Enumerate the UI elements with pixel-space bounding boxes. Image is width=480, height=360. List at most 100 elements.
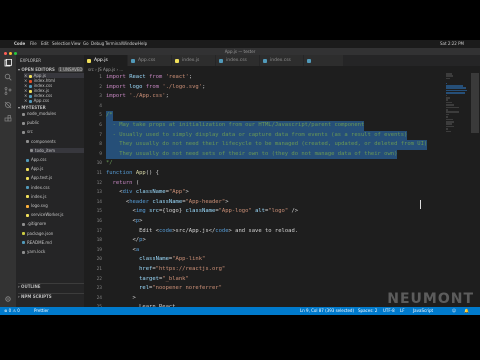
code-line[interactable]: 15 <img src={logo} className="App-logo" … [84,207,468,217]
code-token: > [225,198,229,205]
code-text: */ [106,159,113,169]
code-line[interactable]: 18 </p> [84,236,468,246]
code-line[interactable]: 2 import logo from './logo.svg'; [84,83,468,93]
code-line[interactable]: 20 className="App-link" [84,255,468,265]
close-icon[interactable]: × [24,98,29,103]
code-line[interactable]: 11 function App() { [84,169,468,179]
code-text: - May take props at initialization from … [106,121,365,131]
file-tree-item[interactable]: node_modules [22,111,84,116]
code-token: ; [165,93,169,100]
notifications-bell-icon[interactable]: 🔔 [464,307,469,315]
tab-app-js[interactable]: App.js [84,55,128,66]
code-text: return ( [106,179,140,189]
file-name: README.md [27,239,52,245]
code-line[interactable]: 16 <p> [84,217,468,227]
code-line[interactable]: 21 href="https://reactjs.org" [84,265,468,275]
window-title: App.js — tester [224,49,256,54]
code-line[interactable]: 8 They usually do not need their lifecyc… [84,140,468,150]
editor-scrollbar[interactable] [470,73,480,303]
code-line[interactable]: 12 return ( [84,179,468,189]
file-tree-item[interactable]: App.js [26,166,84,171]
line-number: 9 [99,151,102,157]
outline-section[interactable]: › OUTLINE [18,283,84,289]
project-section[interactable]: ▾ MY-TESTER [18,105,84,110]
menu-file[interactable]: File [30,40,37,48]
code-line[interactable]: 17 Edit <code>src/App.js</code> and save… [84,227,468,237]
file-icon [26,158,29,162]
file-tree-item[interactable]: src [22,129,84,134]
file-tree-item[interactable]: App.css [26,157,84,162]
menu-edit[interactable]: Edit [41,40,49,48]
npm-scripts-section[interactable]: › NPM SCRIPTS [18,293,84,299]
code-token: className [185,208,216,215]
explorer-icon[interactable] [4,59,12,67]
text-cursor [420,200,421,209]
problems-status[interactable]: ⊗ 0 ⚠ 0 [4,307,20,315]
file-tree-item[interactable]: README.md [22,240,84,245]
tab-extra[interactable] [304,55,344,66]
code-line[interactable]: 9 They usually do not need sets of their… [84,149,468,160]
code-line[interactable]: 19 <a [84,246,468,256]
file-tree-item[interactable]: components [26,139,84,144]
encoding-status[interactable]: UTF-8 [383,307,395,315]
open-editors-section[interactable]: ▾ OPEN EDITORS 1 UNSAVED [18,67,84,72]
prettier-status[interactable]: Prettier [34,307,49,315]
open-editor-item[interactable]: × App.css [24,98,84,103]
search-icon[interactable] [4,73,12,81]
code-line[interactable]: 13 <div className="App"> [84,188,468,198]
file-tree-item[interactable]: index.css [26,185,84,190]
code-line[interactable]: 1 import React from 'react'; [84,73,468,83]
minimap[interactable] [446,73,468,193]
file-tree-item[interactable]: package.json [22,231,84,236]
file-tree-item[interactable]: todo_item [30,147,84,153]
code-text: <img src={logo} className="App-logo" alt… [106,207,298,217]
tab-index-css[interactable]: index.css [216,55,260,66]
indentation-status[interactable]: Spaces: 2 [358,307,377,315]
code-line[interactable]: 3 import './App.css'; [84,92,468,102]
line-number: 17 [96,228,102,234]
code-line[interactable]: 7 - Usually used to simply display data … [84,130,468,141]
menu-terminal[interactable]: Terminal [105,40,122,48]
file-name: node_modules [27,111,57,116]
menu-debug[interactable]: Debug [91,40,104,48]
feedback-smiley-icon[interactable]: ☺ [452,307,456,315]
file-tree-item[interactable]: serviceWorker.js [26,212,84,217]
menu-view[interactable]: View [71,40,81,48]
code-line[interactable]: 4 [84,102,468,112]
code-line[interactable]: 22 target="_blank" [84,275,468,285]
minimap-line [446,106,459,109]
source-control-icon[interactable] [4,87,12,95]
app-menu[interactable]: Code [14,40,25,48]
cursor-position-status[interactable]: Ln 9, Col 87 (393 selected) [300,307,354,315]
scrollbar-thumb[interactable] [471,73,479,133]
breadcrumb[interactable]: src › JS App.js › ... [88,67,123,72]
tab-index-js[interactable]: index.js [172,55,216,66]
file-tree-item[interactable]: logo.svg [26,203,84,208]
file-tree-item[interactable]: public [22,120,84,125]
settings-gear-icon[interactable] [4,295,12,303]
code-line[interactable]: 6 - May take props at initialization fro… [84,121,468,131]
code-line[interactable]: 5 /* [84,111,468,121]
line-number: 22 [96,276,102,282]
debug-icon[interactable] [4,101,12,109]
code-line[interactable]: 14 <header className="App-header"> [84,198,468,208]
code-token: >src/App.js</ [172,227,216,234]
language-status[interactable]: JavaScript [413,307,433,315]
minimap-line [446,104,455,106]
file-tree-item[interactable]: yarn.lock [22,249,84,254]
editor-tabs: App.js App.css index.js index.css index.… [84,55,480,66]
menu-help[interactable]: Help [138,40,147,48]
code-line[interactable]: 10 */ [84,159,468,169]
line-ending-status[interactable]: LF [400,307,405,315]
file-tree-item[interactable]: index.js [26,194,84,199]
menu-selection[interactable]: Selection [52,40,70,48]
code-token: "_blank" [162,275,189,282]
menu-go[interactable]: Go [83,40,89,48]
tab-app-css[interactable]: App.css [128,55,172,66]
menu-window[interactable]: Window [122,40,138,48]
line-number: 16 [96,219,102,224]
tab-index-css-2[interactable]: index.css [260,55,304,66]
extensions-icon[interactable] [4,115,12,123]
file-tree-item[interactable]: .gitignore [22,221,84,226]
file-tree-item[interactable]: App.test.js [26,175,84,180]
